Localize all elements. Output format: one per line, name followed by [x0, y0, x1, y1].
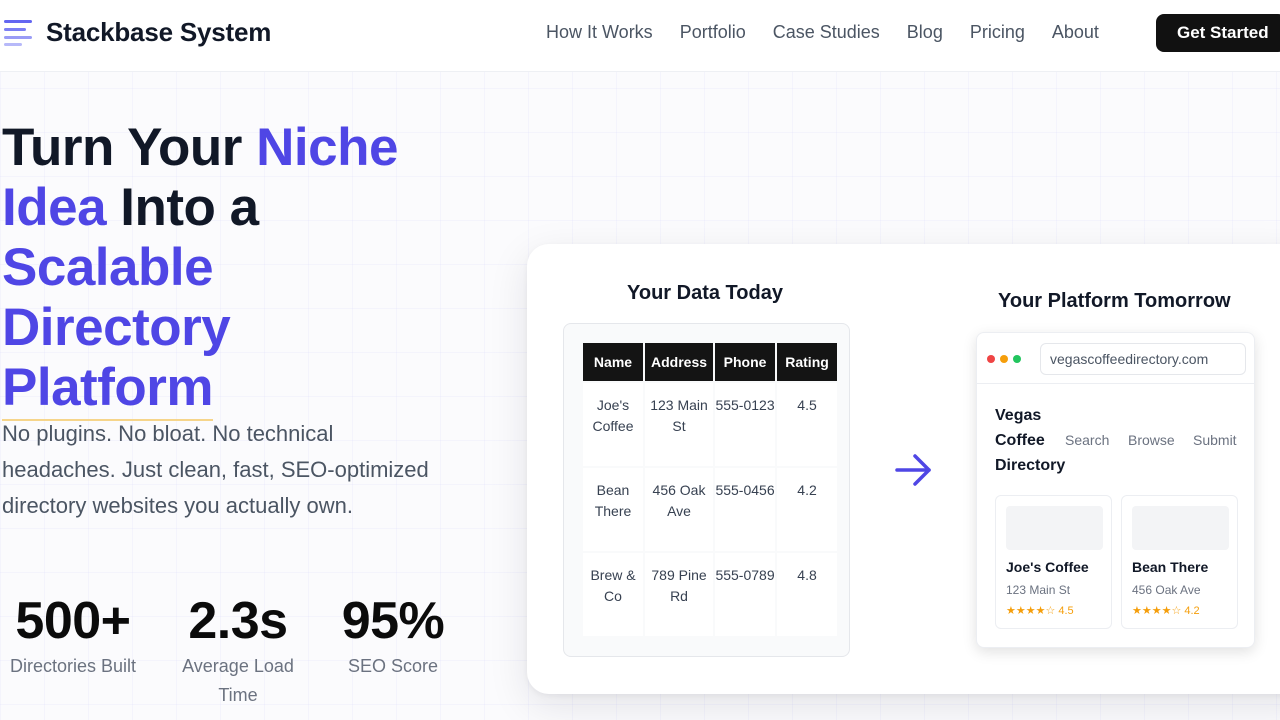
stat-value: 500+ [15, 592, 131, 650]
hero-title: Turn Your Niche Idea Into a Scalable Dir… [2, 118, 482, 421]
hero-title-accent: Scalable [2, 238, 214, 297]
hero-title-accent: Platform [2, 358, 213, 421]
hero-title-accent: Niche [256, 118, 398, 177]
nav-portfolio[interactable]: Portfolio [680, 22, 746, 43]
table-header-cell: Rating [777, 343, 838, 381]
nav-pricing[interactable]: Pricing [970, 22, 1025, 43]
stat-label: Average Load Time [182, 656, 294, 705]
platform-tomorrow-title: Your Platform Tomorrow [998, 290, 1231, 312]
table-cell: 456 Oak Ave [645, 468, 714, 551]
table-header-cell: Name [583, 343, 643, 381]
site-nav-submit: Submit [1193, 432, 1237, 448]
table-cell: Bean There [583, 468, 643, 551]
table-cell: 555-0789 [715, 553, 776, 636]
table-cell: 4.8 [777, 553, 838, 636]
listing-name: Joe's Coffee [1006, 559, 1089, 575]
stat-load-time: 2.3s Average Load Time [178, 590, 298, 710]
stat-directories: 500+ Directories Built [2, 590, 144, 681]
stat-label: SEO Score [347, 656, 439, 676]
window-minimize-dot [1000, 355, 1008, 363]
listing-address: 456 Oak Ave [1132, 583, 1201, 597]
listing-image-placeholder [1132, 506, 1229, 550]
brand-name[interactable]: Stackbase System [46, 17, 271, 48]
showcase-card: Your Data Today Name Address Phone Ratin… [527, 244, 1280, 694]
table-cell: 123 Main St [645, 383, 714, 466]
table-cell: 4.5 [777, 383, 838, 466]
table-cell: Joe's Coffee [583, 383, 643, 466]
arrow-right-icon [895, 454, 931, 486]
table-row: Brew & Co 789 Pine Rd 555-0789 4.8 [583, 553, 838, 636]
stat-label: Directories Built [9, 656, 137, 676]
listing-card: Bean There 456 Oak Ave ★★★★☆ 4.2 [1121, 495, 1238, 629]
table-cell: Brew & Co [583, 553, 643, 636]
table-row: Bean There 456 Oak Ave 555-0456 4.2 [583, 468, 838, 551]
table-cell: 555-0456 [715, 468, 776, 551]
browser-mockup: vegascoffeedirectory.com Vegas Coffee Di… [976, 332, 1255, 648]
listing-address: 123 Main St [1006, 583, 1071, 597]
table-header-cell: Phone [715, 343, 776, 381]
stat-value: 2.3s [188, 592, 288, 650]
url-bar: vegascoffeedirectory.com [1040, 343, 1246, 375]
window-close-dot [987, 355, 995, 363]
data-table-panel: Name Address Phone Rating Joe's Coffee 1… [563, 323, 850, 657]
hero-subtitle: No plugins. No bloat. No technical heada… [2, 421, 429, 518]
listing-rating: ★★★★☆ 4.5 [1006, 605, 1074, 617]
listing-name: Bean There [1132, 559, 1209, 575]
table-cell: 555-0123 [715, 383, 776, 466]
window-maximize-dot [1013, 355, 1021, 363]
site-nav-browse: Browse [1128, 432, 1175, 448]
hero-title-accent: Idea [2, 178, 107, 237]
listing-card: Joe's Coffee 123 Main St ★★★★☆ 4.5 [995, 495, 1112, 629]
hero-title-text: Into a [106, 178, 259, 237]
nav-about[interactable]: About [1052, 22, 1099, 43]
nav-case-studies[interactable]: Case Studies [773, 22, 880, 43]
site-title: Vegas Coffee Directory [995, 407, 1066, 474]
site-nav-search: Search [1065, 432, 1110, 448]
hero-title-accent: Directory [2, 298, 231, 357]
stat-seo-score: 95% SEO Score [330, 590, 456, 681]
main-nav: How It Works Portfolio Case Studies Blog… [546, 22, 1126, 43]
browser-toolbar: vegascoffeedirectory.com [977, 333, 1254, 384]
table-cell: 789 Pine Rd [645, 553, 714, 636]
stacked-lines-icon[interactable] [4, 20, 34, 46]
table-header-row: Name Address Phone Rating [583, 343, 838, 381]
nav-blog[interactable]: Blog [907, 22, 943, 43]
stat-value: 95% [341, 592, 445, 650]
nav-how-it-works[interactable]: How It Works [546, 22, 653, 43]
table-header-cell: Address [645, 343, 714, 381]
hero-title-text: Turn Your [2, 118, 257, 177]
listing-rating: ★★★★☆ 4.2 [1132, 605, 1200, 617]
data-table: Name Address Phone Rating Joe's Coffee 1… [581, 341, 839, 638]
data-today-title: Your Data Today [627, 282, 783, 304]
table-cell: 4.2 [777, 468, 838, 551]
get-started-button[interactable]: Get Started [1156, 14, 1280, 52]
listing-image-placeholder [1006, 506, 1103, 550]
table-row: Joe's Coffee 123 Main St 555-0123 4.5 [583, 383, 838, 466]
site-header: Stackbase System How It Works Portfolio … [0, 0, 1280, 72]
